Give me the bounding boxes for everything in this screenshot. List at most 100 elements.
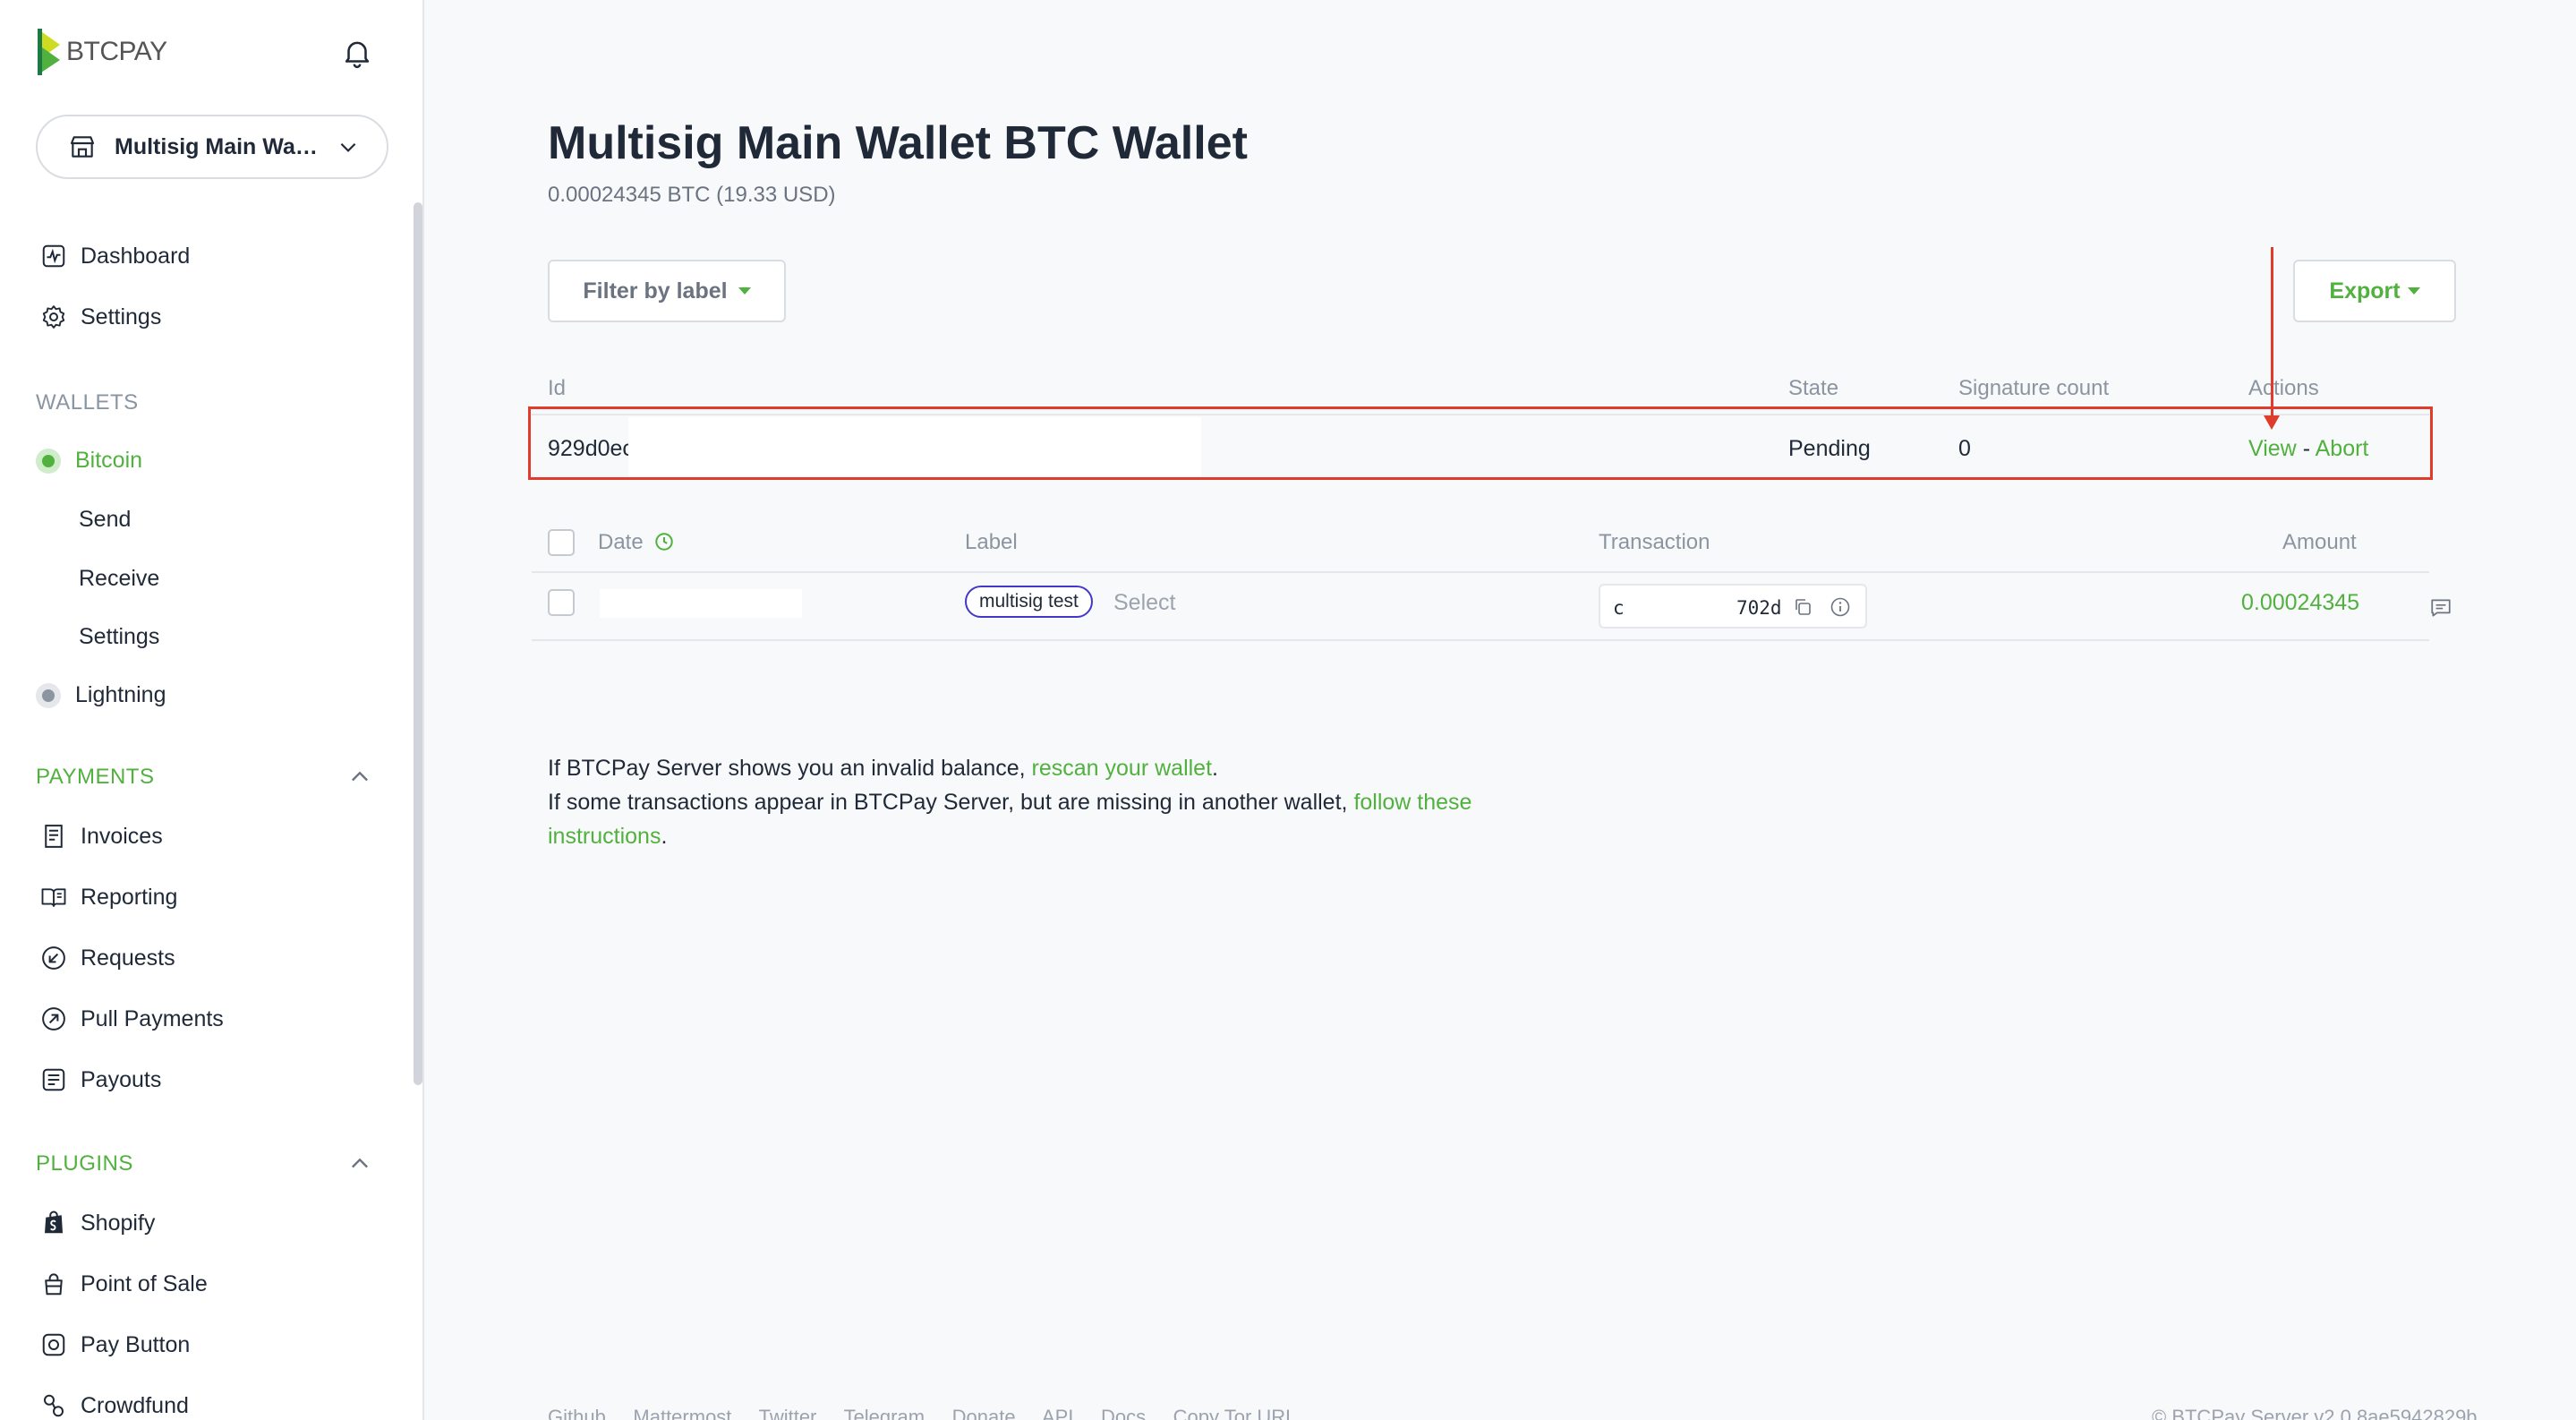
footer-links: Github Mattermost Twitter Telegram Donat… (548, 1406, 1296, 1420)
invoice-icon (39, 822, 68, 851)
store-selector-label: Multisig Main Wall... (115, 133, 320, 159)
sidebar-item-crowdfund[interactable]: Crowdfund (39, 1391, 189, 1420)
psbt-header-id: Id (548, 376, 567, 400)
clock-icon (655, 533, 674, 551)
payout-icon (39, 1065, 68, 1094)
point-of-sale-icon (39, 1270, 68, 1298)
label-select[interactable]: Select (1113, 590, 1175, 616)
footer-link-mattermost[interactable]: Mattermost (633, 1406, 731, 1420)
rescan-message: If BTCPay Server shows you an invalid ba… (548, 756, 1218, 782)
footer-link-donate[interactable]: Donate (952, 1406, 1016, 1420)
sidebar-item-label: Payouts (81, 1066, 162, 1092)
chevron-up-icon[interactable] (347, 1151, 372, 1176)
psbt-header-signature-count: Signature count (1958, 376, 2110, 400)
export-text: Export (2329, 278, 2401, 304)
crowdfund-icon (39, 1391, 68, 1420)
sidebar-item-point-of-sale[interactable]: Point of Sale (39, 1270, 208, 1298)
footer-link-github[interactable]: Github (548, 1406, 606, 1420)
select-all-checkbox[interactable] (548, 529, 575, 556)
sidebar-item-label: Crowdfund (81, 1392, 189, 1418)
footer-link-twitter[interactable]: Twitter (759, 1406, 817, 1420)
sidebar-scrollbar[interactable] (414, 202, 422, 1085)
copy-icon[interactable] (1792, 596, 1813, 618)
sidebar-item-settings[interactable]: Settings (39, 303, 161, 331)
gear-icon (39, 303, 68, 331)
footer-link-telegram[interactable]: Telegram (844, 1406, 925, 1420)
annotation-highlight-box (528, 406, 2433, 480)
follow-instructions-link-2[interactable]: instructions (548, 824, 661, 849)
store-selector[interactable]: Multisig Main Wall... (36, 115, 388, 179)
rescan-wallet-link[interactable]: rescan your wallet (1032, 756, 1212, 781)
dashboard-icon (39, 242, 68, 270)
sidebar-item-label: Lightning (75, 682, 166, 707)
sidebar-item-dashboard[interactable]: Dashboard (39, 242, 190, 270)
sidebar-item-shopify[interactable]: Shopify (39, 1209, 155, 1237)
tx-header-date-label: Date (598, 530, 644, 554)
tx-header-label: Label (965, 530, 1018, 554)
table-divider (532, 571, 2429, 573)
follow-instructions-link[interactable]: follow these (1353, 790, 1471, 815)
tx-id-end: 702d (1736, 597, 1782, 619)
rescan-message-suffix: . (1212, 756, 1218, 781)
sidebar-item-receive[interactable]: Receive (79, 566, 159, 592)
btcpay-logo-icon (38, 29, 60, 75)
plugins-section-header[interactable]: PLUGINS (36, 1151, 133, 1176)
label-badge[interactable]: multisig test (965, 586, 1093, 618)
sidebar-item-requests[interactable]: Requests (39, 944, 175, 972)
shopify-bag-icon (39, 1209, 68, 1237)
comment-icon[interactable] (2429, 596, 2452, 620)
wallets-section-header: WALLETS (36, 390, 139, 415)
request-arrow-icon (39, 944, 68, 972)
sidebar-item-label: Shopify (81, 1210, 156, 1236)
missing-tx-message: If some transactions appear in BTCPay Se… (548, 790, 1471, 816)
sidebar-item-pay-button[interactable]: Pay Button (39, 1330, 190, 1359)
caret-down-icon (2407, 287, 2420, 295)
caret-down-icon (738, 287, 751, 295)
tx-header-date[interactable]: Date (598, 530, 674, 555)
sidebar-item-payouts[interactable]: Payouts (39, 1065, 161, 1094)
export-button[interactable]: Export (2293, 260, 2456, 322)
wallet-balance: 0.00024345 BTC (19.33 USD) (548, 183, 836, 207)
sidebar-item-reporting[interactable]: Reporting (39, 883, 177, 911)
sidebar-item-label: Settings (81, 304, 162, 329)
table-divider (532, 639, 2429, 641)
footer-link-docs[interactable]: Docs (1101, 1406, 1146, 1420)
info-icon[interactable] (1830, 596, 1851, 618)
payments-section-header[interactable]: PAYMENTS (36, 765, 154, 790)
sidebar-item-label: Reporting (81, 884, 178, 910)
missing-tx-message-line2: instructions. (548, 824, 667, 850)
notification-bell-icon[interactable] (340, 36, 374, 70)
btcpay-logo[interactable]: BTCPAY (36, 27, 167, 77)
tx-amount: 0.00024345 (2241, 590, 2360, 615)
bitcoin-status-dot-icon (36, 448, 61, 474)
sidebar: BTCPAY Multisig Main Wall... Dashboard S… (0, 0, 424, 1420)
sidebar-item-lightning[interactable]: Lightning (36, 682, 166, 708)
footer-link-api[interactable]: API (1042, 1406, 1073, 1420)
tx-header-amount: Amount (2282, 530, 2357, 554)
sidebar-item-bitcoin[interactable]: Bitcoin (36, 448, 142, 474)
filter-by-label-button[interactable]: Filter by label (548, 260, 786, 322)
footer-link-copy-tor-url[interactable]: Copy Tor URL (1173, 1406, 1297, 1420)
lightning-status-dot-icon (36, 682, 61, 708)
sidebar-item-pull-payments[interactable]: Pull Payments (39, 1005, 224, 1033)
sidebar-item-label: Point of Sale (81, 1270, 208, 1296)
missing-tx-message-suffix: . (661, 824, 668, 849)
annotation-arrowhead-icon (2264, 415, 2280, 430)
chevron-up-icon[interactable] (347, 765, 372, 790)
transaction-id-box[interactable]: c 702d (1599, 584, 1867, 629)
sidebar-item-wallet-settings[interactable]: Settings (79, 624, 159, 650)
sidebar-item-invoices[interactable]: Invoices (39, 822, 163, 851)
page-title: Multisig Main Wallet BTC Wallet (548, 117, 1248, 169)
sidebar-item-label: Bitcoin (75, 448, 143, 473)
psbt-header-actions: Actions (2248, 376, 2319, 400)
tx-row-checkbox[interactable] (548, 589, 575, 616)
footer-version: © BTCPay Server v2.0.8ae5942829b (2152, 1406, 2478, 1420)
redacted-tx-id (1629, 589, 1749, 625)
rescan-message-text: If BTCPay Server shows you an invalid ba… (548, 756, 1032, 781)
redacted-date (600, 589, 802, 618)
main-content: Multisig Main Wallet BTC Wallet 0.000243… (426, 0, 2576, 1420)
sidebar-item-send[interactable]: Send (79, 507, 131, 533)
sidebar-item-label: Pay Button (81, 1331, 191, 1357)
missing-tx-message-text: If some transactions appear in BTCPay Se… (548, 790, 1354, 815)
annotation-arrow (2271, 247, 2273, 423)
